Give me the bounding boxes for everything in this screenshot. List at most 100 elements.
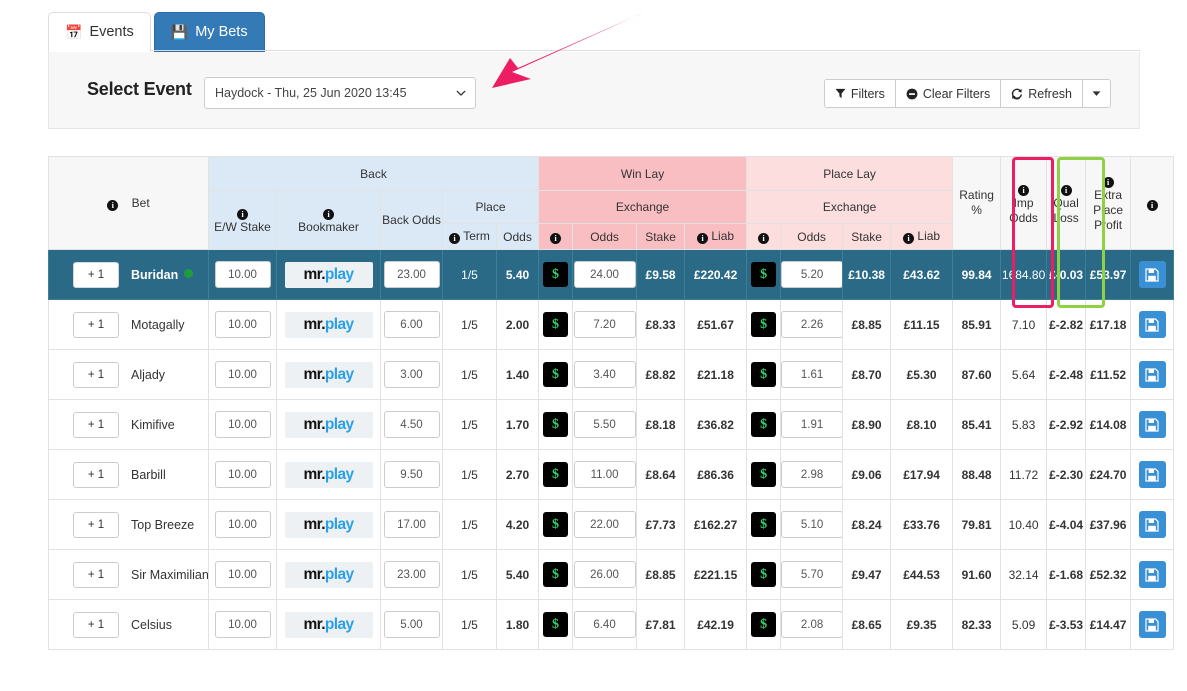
ew-stake-input[interactable]: 10.00 — [214, 611, 271, 638]
win-lay-odds-input[interactable]: 26.00 — [573, 561, 636, 588]
cell-save[interactable] — [1130, 399, 1175, 450]
cell-bookmaker[interactable]: mr. play — [276, 549, 381, 600]
save-bet-button[interactable] — [1138, 511, 1166, 538]
back-odds-input[interactable]: 23.00 — [383, 561, 440, 588]
cell-save[interactable] — [1130, 299, 1175, 350]
info-icon[interactable]: i — [323, 209, 334, 220]
back-odds-input[interactable]: 23.00 — [383, 261, 440, 288]
exchange-logo-smarkets[interactable]: $ — [543, 562, 569, 587]
ew-stake-input[interactable]: 10.00 — [214, 561, 271, 588]
place-lay-odds-input[interactable]: 2.98 — [781, 461, 844, 488]
place-lay-odds-input[interactable]: 1.91 — [781, 411, 844, 438]
cell-back-odds[interactable]: 6.00 — [380, 299, 443, 350]
cell-bookmaker[interactable]: mr. play — [276, 399, 381, 450]
save-bet-button[interactable] — [1138, 611, 1166, 638]
save-bet-button[interactable] — [1138, 311, 1166, 338]
add-bet-button[interactable]: + 1 — [73, 261, 119, 288]
exchange-logo-smarkets[interactable]: $ — [751, 362, 777, 387]
ew-stake-input[interactable]: 10.00 — [214, 361, 271, 388]
bookmaker-logo-mr-play[interactable]: mr. play — [284, 561, 373, 588]
cell-place-exchange[interactable]: $ — [746, 449, 782, 500]
cell-win-lay-odds[interactable]: 3.40 — [572, 349, 638, 400]
cell-ew-stake[interactable]: 10.00 — [208, 549, 277, 600]
cell-win-exchange[interactable]: $ — [538, 599, 574, 650]
table-row[interactable]: + 1 Sir Maximilian 10.00 mr. play 23.00 1/5 5.4… — [48, 549, 1175, 600]
add-bet-button[interactable]: + 1 — [73, 461, 119, 488]
cell-ew-stake[interactable]: 10.00 — [208, 249, 277, 300]
exchange-logo-smarkets[interactable]: $ — [543, 262, 569, 287]
cell-bookmaker[interactable]: mr. play — [276, 599, 381, 650]
cell-win-lay-odds[interactable]: 11.00 — [572, 449, 638, 500]
event-select-dropdown[interactable]: Haydock - Thu, 25 Jun 2020 13:45 — [204, 77, 476, 109]
add-bet-button[interactable]: + 1 — [73, 411, 119, 438]
cell-ew-stake[interactable]: 10.00 — [208, 599, 277, 650]
table-row[interactable]: + 1 Aljady 10.00 mr. play 3.00 1/5 1.40 $3.40 £8.… — [48, 349, 1175, 400]
cell-win-lay-odds[interactable]: 26.00 — [572, 549, 638, 600]
cell-win-lay-odds[interactable]: 24.00 — [572, 249, 638, 300]
back-odds-input[interactable]: 3.00 — [383, 361, 440, 388]
add-bet-button[interactable]: + 1 — [73, 611, 119, 638]
table-row[interactable]: + 1 Celsius 10.00 mr. play 5.00 1/5 1.80 $6.40 £7… — [48, 599, 1175, 650]
win-lay-odds-input[interactable]: 5.50 — [573, 411, 636, 438]
cell-win-exchange[interactable]: $ — [538, 549, 574, 600]
bookmaker-logo-mr-play[interactable]: mr. play — [284, 311, 373, 338]
place-lay-odds-input[interactable]: 1.61 — [781, 361, 844, 388]
cell-place-lay-odds[interactable]: 1.91 — [780, 399, 844, 450]
cell-bookmaker[interactable]: mr. play — [276, 249, 381, 300]
cell-back-odds[interactable]: 3.00 — [380, 349, 443, 400]
exchange-logo-smarkets[interactable]: $ — [751, 512, 777, 537]
win-lay-odds-input[interactable]: 22.00 — [573, 511, 636, 538]
info-icon[interactable]: i — [1146, 199, 1158, 211]
cell-win-exchange[interactable]: $ — [538, 449, 574, 500]
cell-place-exchange[interactable]: $ — [746, 349, 782, 400]
exchange-logo-smarkets[interactable]: $ — [751, 412, 777, 437]
win-lay-odds-input[interactable]: 24.00 — [573, 261, 636, 288]
back-odds-input[interactable]: 5.00 — [383, 611, 440, 638]
save-bet-button[interactable] — [1138, 261, 1166, 288]
win-lay-odds-input[interactable]: 11.00 — [573, 461, 636, 488]
info-icon[interactable]: i — [903, 233, 915, 244]
save-bet-button[interactable] — [1138, 411, 1166, 438]
tab-my-bets[interactable]: 💾 My Bets — [153, 12, 265, 52]
exchange-logo-smarkets[interactable]: $ — [751, 562, 777, 587]
table-row[interactable]: + 1 Motagally 10.00 mr. play 6.00 1/5 2.00 $7.20… — [48, 299, 1175, 350]
tab-events[interactable]: 📅 Events — [48, 12, 151, 52]
cell-save[interactable] — [1130, 549, 1175, 600]
cell-win-lay-odds[interactable]: 5.50 — [572, 399, 638, 450]
cell-back-odds[interactable]: 4.50 — [380, 399, 443, 450]
cell-win-lay-odds[interactable]: 6.40 — [572, 599, 638, 650]
cell-ew-stake[interactable]: 10.00 — [208, 299, 277, 350]
cell-save[interactable] — [1130, 499, 1175, 550]
cell-ew-stake[interactable]: 10.00 — [208, 349, 277, 400]
cell-place-lay-odds[interactable]: 2.26 — [780, 299, 844, 350]
exchange-logo-smarkets[interactable]: $ — [543, 612, 569, 637]
place-lay-odds-input[interactable]: 5.70 — [781, 561, 844, 588]
exchange-logo-smarkets[interactable]: $ — [543, 512, 569, 537]
cell-win-exchange[interactable]: $ — [538, 349, 574, 400]
cell-ew-stake[interactable]: 10.00 — [208, 449, 277, 500]
cell-win-exchange[interactable]: $ — [538, 399, 574, 450]
back-odds-input[interactable]: 17.00 — [383, 511, 440, 538]
cell-back-odds[interactable]: 23.00 — [380, 249, 443, 300]
place-lay-odds-input[interactable]: 5.10 — [781, 511, 844, 538]
exchange-logo-smarkets[interactable]: $ — [543, 312, 569, 337]
cell-place-exchange[interactable]: $ — [746, 249, 782, 300]
bookmaker-logo-mr-play[interactable]: mr. play — [284, 411, 373, 438]
cell-place-exchange[interactable]: $ — [746, 549, 782, 600]
cell-back-odds[interactable]: 17.00 — [380, 499, 443, 550]
place-lay-odds-input[interactable]: 2.08 — [781, 611, 844, 638]
save-bet-button[interactable] — [1138, 561, 1166, 588]
clear-filters-button[interactable]: Clear Filters — [895, 80, 1002, 107]
cell-bookmaker[interactable]: mr. play — [276, 299, 381, 350]
cell-place-exchange[interactable]: $ — [746, 499, 782, 550]
back-odds-input[interactable]: 4.50 — [383, 411, 440, 438]
bookmaker-logo-mr-play[interactable]: mr. play — [284, 511, 373, 538]
add-bet-button[interactable]: + 1 — [73, 361, 119, 388]
win-lay-odds-input[interactable]: 7.20 — [573, 311, 636, 338]
cell-place-lay-odds[interactable]: 5.10 — [780, 499, 844, 550]
cell-save[interactable] — [1130, 349, 1175, 400]
add-bet-button[interactable]: + 1 — [73, 561, 119, 588]
bookmaker-logo-mr-play[interactable]: mr. play — [284, 611, 373, 638]
win-lay-odds-input[interactable]: 3.40 — [573, 361, 636, 388]
table-row[interactable]: + 1 Buridan 10.00 mr. play 23.00 1/5 5.40 $24.00… — [48, 249, 1175, 300]
